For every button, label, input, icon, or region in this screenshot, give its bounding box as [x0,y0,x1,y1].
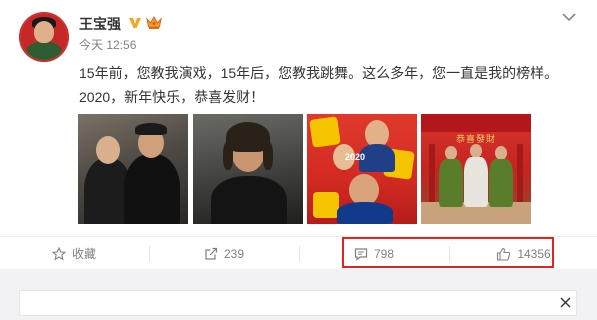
close-icon[interactable] [560,297,571,308]
post-text: 15年前，您教我演戏，15年后，您教我跳舞。这么多年，您一直是我的榜样。 202… [79,61,579,109]
photo-hair [135,123,167,135]
dancer-figure [489,159,513,207]
post-text-line-2: 2020，新年快乐，恭喜发财！ [79,89,265,105]
dancer-figure [439,159,463,207]
post-photo-4[interactable]: 恭喜發財 [421,114,531,224]
share-icon [205,247,218,260]
vip-crown-icon[interactable] [146,15,162,30]
highlight-box [342,237,554,268]
poster-yellow-char [313,192,339,218]
favorite-button[interactable]: 收藏 [0,237,148,270]
dancer-figure [464,157,488,207]
post-text-line-1: 15年前，您教我演戏，15年后，您教我跳舞。这么多年，您一直是我的榜样。 [79,65,559,81]
bottom-notice-bar [19,290,577,316]
photo-face [470,144,482,158]
post-time[interactable]: 今天 12:56 [79,36,136,53]
share-count: 239 [223,246,245,261]
post-photo-1[interactable] [78,114,188,224]
share-button[interactable]: 239 [150,237,298,270]
poster-yellow-char [309,116,341,148]
verified-v-icon [129,18,141,28]
chevron-down-icon[interactable] [562,12,576,22]
photo-face [495,146,507,160]
weibo-post-card: 王宝强 今天 12:56 15年前，您教我演戏，15年后，您教我跳舞。这么多年，… [0,0,597,269]
post-photo-2[interactable] [193,114,303,224]
user-name[interactable]: 王宝强 [79,14,121,34]
avatar-ring [19,12,69,62]
post-photo-3[interactable]: 2020 [307,114,417,224]
stage-pillar [517,144,523,204]
photo-hair [223,142,233,170]
poster-year: 2020 [345,152,366,162]
photo-face [445,146,457,160]
photo-face [96,136,120,164]
favorite-label: 收藏 [71,247,96,261]
stage-pillar [429,144,435,204]
photo-figure [337,202,393,224]
stage-banner [421,114,531,132]
photo-figure [211,176,287,224]
photo-figure [124,154,180,224]
star-icon [51,246,66,260]
avatar[interactable] [19,12,69,62]
photo-hair [263,142,273,170]
